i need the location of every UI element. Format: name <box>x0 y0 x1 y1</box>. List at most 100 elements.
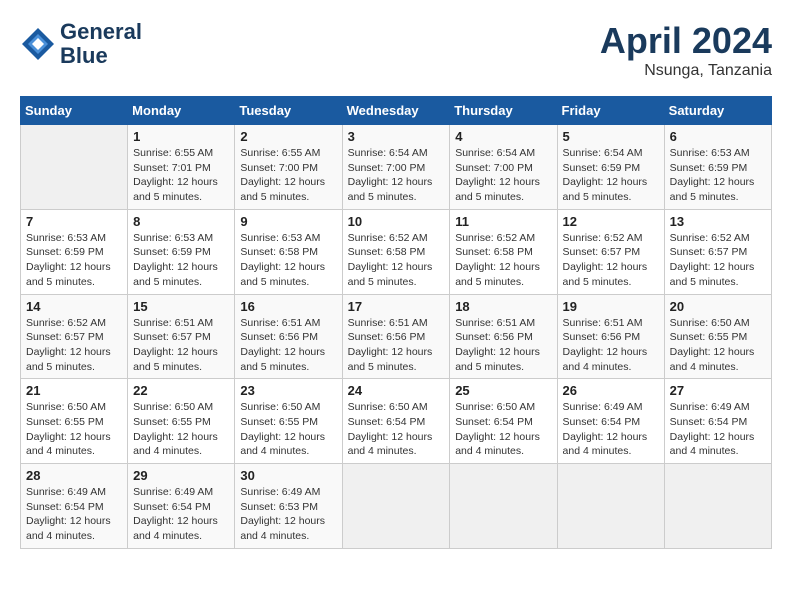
weekday-header-cell: Friday <box>557 97 664 125</box>
calendar-cell: 4Sunrise: 6:54 AM Sunset: 7:00 PM Daylig… <box>450 125 557 210</box>
calendar-cell: 2Sunrise: 6:55 AM Sunset: 7:00 PM Daylig… <box>235 125 342 210</box>
calendar-cell: 8 Sunrise: 6:53 AM Sunset: 6:59 PM Daylig… <box>128 209 235 294</box>
calendar-cell: 3 Sunrise: 6:54 AM Sunset: 7:00 PM Daylig… <box>342 125 450 210</box>
day-info: Sunrise: 6:50 AM Sunset: 6:55 PM Dayligh… <box>240 400 336 459</box>
calendar-cell: 14Sunrise: 6:52 AM Sunset: 6:57 PM Dayli… <box>21 294 128 379</box>
calendar-cell: 13Sunrise: 6:52 AM Sunset: 6:57 PM Dayli… <box>664 209 771 294</box>
day-info: Sunrise: 6:49 AM Sunset: 6:54 PM Dayligh… <box>133 485 229 544</box>
calendar-week-row: 7 Sunrise: 6:53 AM Sunset: 6:59 PM Daylig… <box>21 209 772 294</box>
calendar-cell: 23 Sunrise: 6:50 AM Sunset: 6:55 PM Dayli… <box>235 379 342 464</box>
day-number: 23 <box>240 383 336 398</box>
weekday-header-cell: Monday <box>128 97 235 125</box>
calendar-cell: 24 Sunrise: 6:50 AM Sunset: 6:54 PM Dayli… <box>342 379 450 464</box>
day-info: Sunrise: 6:52 AM Sunset: 6:57 PM Dayligh… <box>26 316 122 375</box>
logo-text: General Blue <box>60 20 142 68</box>
calendar-table: SundayMondayTuesdayWednesdayThursdayFrid… <box>20 96 772 549</box>
day-info: Sunrise: 6:50 AM Sunset: 6:55 PM Dayligh… <box>26 400 122 459</box>
day-info: Sunrise: 6:52 AM Sunset: 6:58 PM Dayligh… <box>348 231 445 290</box>
calendar-cell: 29 Sunrise: 6:49 AM Sunset: 6:54 PM Dayli… <box>128 464 235 549</box>
day-number: 15 <box>133 299 229 314</box>
day-number: 3 <box>348 129 445 144</box>
weekday-header-cell: Sunday <box>21 97 128 125</box>
calendar-week-row: 14Sunrise: 6:52 AM Sunset: 6:57 PM Dayli… <box>21 294 772 379</box>
day-number: 12 <box>563 214 659 229</box>
calendar-cell: 19 Sunrise: 6:51 AM Sunset: 6:56 PM Dayli… <box>557 294 664 379</box>
day-number: 8 <box>133 214 229 229</box>
day-number: 17 <box>348 299 445 314</box>
day-info: Sunrise: 6:52 AM Sunset: 6:57 PM Dayligh… <box>670 231 766 290</box>
day-info: Sunrise: 6:55 AM Sunset: 7:00 PM Dayligh… <box>240 146 336 205</box>
day-number: 29 <box>133 468 229 483</box>
day-info: Sunrise: 6:51 AM Sunset: 6:56 PM Dayligh… <box>455 316 551 375</box>
day-number: 18 <box>455 299 551 314</box>
weekday-header-cell: Tuesday <box>235 97 342 125</box>
day-number: 26 <box>563 383 659 398</box>
day-number: 5 <box>563 129 659 144</box>
day-number: 6 <box>670 129 766 144</box>
day-info: Sunrise: 6:49 AM Sunset: 6:54 PM Dayligh… <box>563 400 659 459</box>
calendar-cell: 30 Sunrise: 6:49 AM Sunset: 6:53 PM Dayli… <box>235 464 342 549</box>
day-info: Sunrise: 6:53 AM Sunset: 6:59 PM Dayligh… <box>133 231 229 290</box>
day-number: 7 <box>26 214 122 229</box>
day-info: Sunrise: 6:51 AM Sunset: 6:56 PM Dayligh… <box>240 316 336 375</box>
calendar-cell: 17 Sunrise: 6:51 AM Sunset: 6:56 PM Dayli… <box>342 294 450 379</box>
logo: General Blue <box>20 20 142 68</box>
day-number: 11 <box>455 214 551 229</box>
day-info: Sunrise: 6:51 AM Sunset: 6:56 PM Dayligh… <box>348 316 445 375</box>
day-number: 25 <box>455 383 551 398</box>
calendar-week-row: 1Sunrise: 6:55 AM Sunset: 7:01 PM Daylig… <box>21 125 772 210</box>
day-info: Sunrise: 6:51 AM Sunset: 6:57 PM Dayligh… <box>133 316 229 375</box>
day-info: Sunrise: 6:51 AM Sunset: 6:56 PM Dayligh… <box>563 316 659 375</box>
location: Nsunga, Tanzania <box>600 62 772 80</box>
calendar-week-row: 21 Sunrise: 6:50 AM Sunset: 6:55 PM Dayli… <box>21 379 772 464</box>
calendar-cell: 1Sunrise: 6:55 AM Sunset: 7:01 PM Daylig… <box>128 125 235 210</box>
calendar-body: 1Sunrise: 6:55 AM Sunset: 7:01 PM Daylig… <box>21 125 772 549</box>
calendar-cell: 6 Sunrise: 6:53 AM Sunset: 6:59 PM Daylig… <box>664 125 771 210</box>
day-number: 20 <box>670 299 766 314</box>
page-header: General Blue April 2024 Nsunga, Tanzania <box>20 20 772 80</box>
logo-line2: Blue <box>60 44 142 68</box>
day-number: 10 <box>348 214 445 229</box>
day-info: Sunrise: 6:50 AM Sunset: 6:55 PM Dayligh… <box>133 400 229 459</box>
calendar-cell <box>21 125 128 210</box>
calendar-cell: 18 Sunrise: 6:51 AM Sunset: 6:56 PM Dayli… <box>450 294 557 379</box>
day-info: Sunrise: 6:49 AM Sunset: 6:53 PM Dayligh… <box>240 485 336 544</box>
day-info: Sunrise: 6:49 AM Sunset: 6:54 PM Dayligh… <box>26 485 122 544</box>
day-number: 24 <box>348 383 445 398</box>
calendar-cell: 27 Sunrise: 6:49 AM Sunset: 6:54 PM Dayli… <box>664 379 771 464</box>
calendar-cell: 12Sunrise: 6:52 AM Sunset: 6:57 PM Dayli… <box>557 209 664 294</box>
day-info: Sunrise: 6:53 AM Sunset: 6:59 PM Dayligh… <box>670 146 766 205</box>
day-number: 27 <box>670 383 766 398</box>
calendar-cell: 22 Sunrise: 6:50 AM Sunset: 6:55 PM Dayli… <box>128 379 235 464</box>
calendar-cell: 10 Sunrise: 6:52 AM Sunset: 6:58 PM Dayli… <box>342 209 450 294</box>
day-info: Sunrise: 6:50 AM Sunset: 6:54 PM Dayligh… <box>455 400 551 459</box>
calendar-cell: 16 Sunrise: 6:51 AM Sunset: 6:56 PM Dayli… <box>235 294 342 379</box>
day-number: 1 <box>133 129 229 144</box>
day-number: 16 <box>240 299 336 314</box>
day-number: 30 <box>240 468 336 483</box>
calendar-cell: 20Sunrise: 6:50 AM Sunset: 6:55 PM Dayli… <box>664 294 771 379</box>
day-info: Sunrise: 6:54 AM Sunset: 7:00 PM Dayligh… <box>348 146 445 205</box>
day-info: Sunrise: 6:53 AM Sunset: 6:58 PM Dayligh… <box>240 231 336 290</box>
calendar-cell: 26 Sunrise: 6:49 AM Sunset: 6:54 PM Dayli… <box>557 379 664 464</box>
day-info: Sunrise: 6:49 AM Sunset: 6:54 PM Dayligh… <box>670 400 766 459</box>
calendar-cell: 11 Sunrise: 6:52 AM Sunset: 6:58 PM Dayli… <box>450 209 557 294</box>
day-number: 4 <box>455 129 551 144</box>
weekday-header-row: SundayMondayTuesdayWednesdayThursdayFrid… <box>21 97 772 125</box>
month-year: April 2024 <box>600 20 772 62</box>
calendar-cell: 5 Sunrise: 6:54 AM Sunset: 6:59 PM Daylig… <box>557 125 664 210</box>
day-info: Sunrise: 6:50 AM Sunset: 6:54 PM Dayligh… <box>348 400 445 459</box>
calendar-cell <box>557 464 664 549</box>
day-number: 21 <box>26 383 122 398</box>
calendar-cell: 28Sunrise: 6:49 AM Sunset: 6:54 PM Dayli… <box>21 464 128 549</box>
calendar-cell: 9 Sunrise: 6:53 AM Sunset: 6:58 PM Daylig… <box>235 209 342 294</box>
title-block: April 2024 Nsunga, Tanzania <box>600 20 772 80</box>
day-number: 22 <box>133 383 229 398</box>
day-info: Sunrise: 6:54 AM Sunset: 6:59 PM Dayligh… <box>563 146 659 205</box>
logo-line1: General <box>60 20 142 44</box>
calendar-week-row: 28Sunrise: 6:49 AM Sunset: 6:54 PM Dayli… <box>21 464 772 549</box>
day-info: Sunrise: 6:53 AM Sunset: 6:59 PM Dayligh… <box>26 231 122 290</box>
day-number: 19 <box>563 299 659 314</box>
day-number: 9 <box>240 214 336 229</box>
day-info: Sunrise: 6:52 AM Sunset: 6:58 PM Dayligh… <box>455 231 551 290</box>
